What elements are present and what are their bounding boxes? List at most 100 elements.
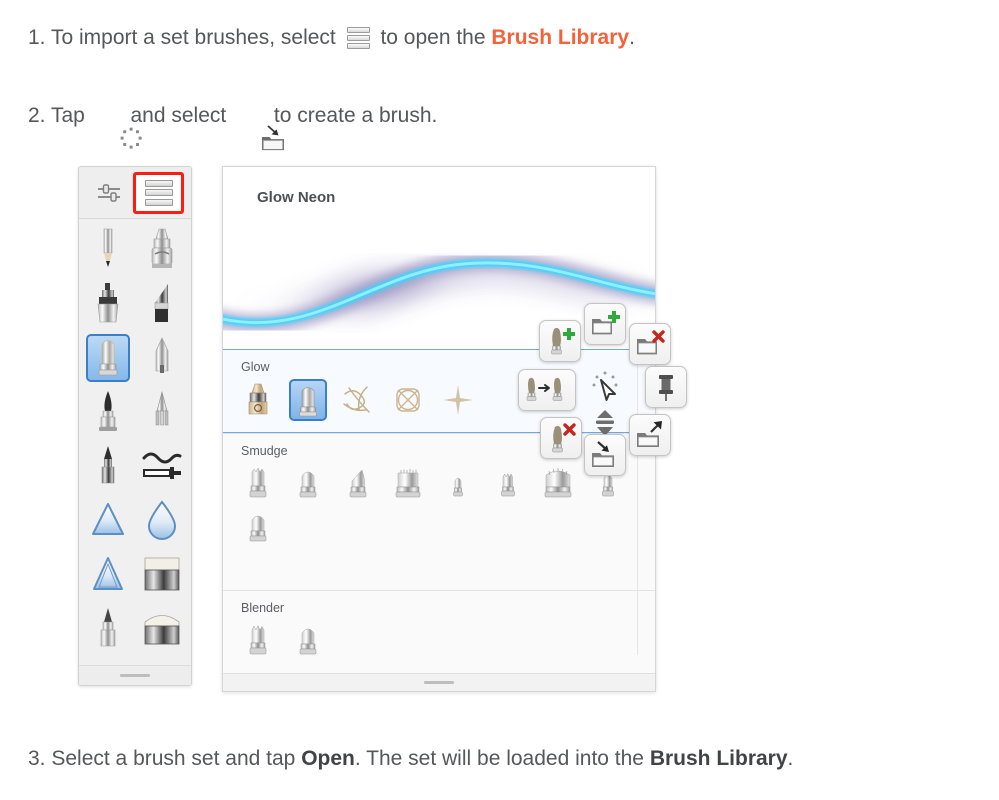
smudge-tiny-bristle-icon (501, 472, 515, 497)
brush-smudge-angled[interactable] (333, 462, 383, 506)
brush-library-label: Brush Library (649, 747, 788, 770)
step3-number: 3. (28, 747, 46, 770)
tool-water-drop[interactable] (135, 493, 189, 547)
folder-delete-icon (637, 330, 665, 355)
blender-round-icon (299, 628, 317, 655)
tool-marker[interactable] (81, 277, 135, 331)
folder-plus-icon (592, 311, 620, 335)
tool-glow-brush[interactable] (81, 331, 135, 385)
brush-smudge-bristle[interactable] (233, 462, 283, 506)
brush-blender-bristle[interactable] (233, 619, 283, 663)
glow-neon-icon (299, 387, 317, 417)
pencil-icon (103, 228, 113, 267)
tool-airbrush[interactable] (135, 223, 189, 277)
reset-brush-button[interactable] (586, 366, 628, 408)
brush-smudge-flat-wide[interactable] (383, 462, 433, 506)
tool-rail-grid (79, 219, 191, 655)
glow-scribble-icon (343, 386, 370, 413)
instruction-step-1: 1. To import a set brushes, select to op… (28, 26, 635, 50)
brush-delete-icon (552, 423, 576, 453)
tool-smudge-eraser[interactable] (135, 601, 189, 655)
smudge-small-icon (453, 477, 463, 497)
flat-brush-icon (154, 284, 169, 322)
brush-glow-scribble[interactable] (333, 378, 383, 422)
app-screenshot: Glow Neon Glow Smudge Blender (78, 166, 687, 692)
group-label-blender: Blender (241, 601, 285, 615)
step2-text-after: to create a brush. (268, 104, 438, 128)
panel-drag-handle[interactable] (223, 673, 655, 691)
blender-pen-icon (100, 608, 116, 647)
smudge-round-icon (299, 471, 317, 498)
tool-fill-shape[interactable] (81, 493, 135, 547)
new-set-button[interactable] (584, 303, 626, 345)
brush-blender-round[interactable] (283, 619, 333, 663)
tool-flat-brush[interactable] (135, 277, 189, 331)
tool-calligraphy-nib[interactable] (81, 385, 135, 439)
delete-brush-button[interactable] (540, 417, 582, 459)
panel-divider (637, 349, 638, 655)
brush-glow-sparkle-cross[interactable] (433, 378, 483, 422)
glow-circle-scribble-icon (396, 388, 420, 412)
felt-tip-icon (101, 446, 115, 484)
export-folder-icon (637, 421, 662, 447)
import-folder-icon (237, 102, 285, 151)
calligraphy-nib-icon (99, 391, 117, 431)
brush-glow-circle-scribble[interactable] (383, 378, 433, 422)
dotted-circle-icon (95, 103, 142, 149)
updown-arrows-icon (596, 410, 614, 436)
step2-text-before: Tap (45, 104, 91, 128)
brush-smudge-tiny-bristle[interactable] (483, 462, 533, 506)
brush-smudge-small[interactable] (433, 462, 483, 506)
tool-eraser[interactable] (135, 547, 189, 601)
brush-smudge-fan[interactable] (533, 462, 583, 506)
step3-text-middle: . The set will be loaded into the (354, 747, 650, 770)
step1-text-middle: to open the (374, 26, 492, 50)
brush-library-link[interactable]: Brush Library (491, 26, 629, 49)
tool-blender-pen[interactable] (81, 601, 135, 655)
brush-library-toggle-button[interactable] (133, 171, 184, 214)
brush-duplicate-icon (526, 377, 563, 401)
fill-triangle-icon (92, 503, 124, 535)
gradient-triangle-icon (93, 557, 123, 590)
brush-glow-neon[interactable] (283, 378, 333, 422)
brush-plus-icon (551, 327, 575, 355)
marker-icon (97, 283, 119, 323)
brush-library-panel: Glow Neon Glow Smudge Blender (222, 166, 656, 692)
drag-grabber (120, 674, 150, 677)
step1-number: 1. (28, 26, 46, 50)
step3-text-before: Select a brush set and tap (45, 747, 302, 770)
brush-smudge-round[interactable] (283, 462, 333, 506)
blender-bristle-icon (249, 624, 267, 655)
instruction-step-3: 3. Select a brush set and tap Open . The… (28, 747, 793, 770)
tool-pencil[interactable] (81, 223, 135, 277)
open-label: Open (301, 747, 355, 770)
library-stack-icon (346, 26, 370, 50)
cursor-sparkle-icon (592, 371, 618, 401)
import-set-button[interactable] (584, 434, 626, 476)
tool-wiggle-line[interactable] (135, 439, 189, 493)
pin-icon (659, 375, 673, 401)
brush-group-blender: Blender (223, 590, 655, 673)
tool-rail-drag-handle[interactable] (79, 665, 191, 685)
new-brush-button[interactable] (539, 320, 581, 362)
smudge-eraser-icon (144, 615, 180, 645)
tool-gradient-shape[interactable] (81, 547, 135, 601)
smudge-medium-icon (249, 515, 267, 542)
tool-inking-pen[interactable] (135, 331, 189, 385)
delete-set-button[interactable] (629, 323, 671, 365)
import-folder-icon (592, 441, 614, 467)
fork-nib-icon (155, 390, 169, 426)
smudge-bristle-icon (249, 467, 267, 498)
brush-glow-airbrush[interactable] (233, 378, 283, 422)
panel-title: Glow Neon (223, 167, 655, 239)
eraser-icon (144, 557, 180, 591)
tool-felt-tip[interactable] (81, 439, 135, 493)
export-set-button[interactable] (629, 414, 671, 456)
duplicate-brush-button[interactable] (518, 369, 576, 411)
tool-fork-nib[interactable] (135, 385, 189, 439)
pin-set-button[interactable] (645, 366, 687, 408)
drag-grabber (424, 681, 454, 684)
brush-smudge-medium[interactable] (233, 506, 283, 550)
water-drop-icon (147, 500, 177, 540)
brush-settings-sliders-button[interactable] (86, 174, 131, 212)
